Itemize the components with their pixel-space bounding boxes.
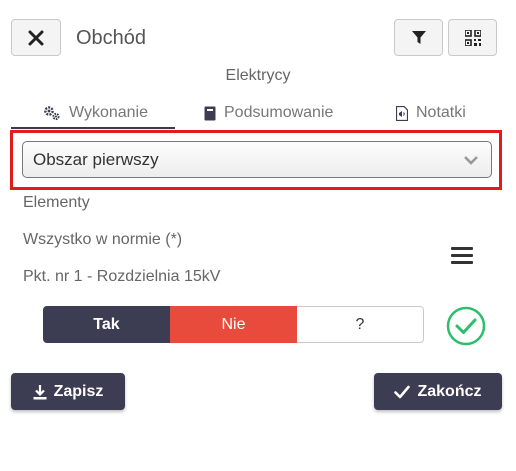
gears-icon	[43, 105, 61, 121]
answer-no-button[interactable]: Nie	[170, 306, 297, 343]
chevron-down-icon	[464, 156, 478, 165]
answer-unknown-button[interactable]: ?	[297, 306, 424, 343]
close-icon	[28, 30, 44, 45]
note-icon	[396, 105, 408, 121]
area-select[interactable]: Obszar pierwszy	[22, 141, 492, 178]
elements-label: Elementy	[23, 194, 90, 211]
area-select-value: Obszar pierwszy	[33, 149, 159, 169]
tab-label: Podsumowanie	[224, 104, 334, 121]
all-normal-label: Wszystko w normie (*)	[23, 231, 183, 248]
page-title: Obchód	[76, 27, 147, 49]
check-icon	[394, 385, 411, 399]
save-button[interactable]: Zapisz	[11, 373, 125, 410]
finish-label: Zakończ	[417, 382, 482, 400]
answer-yes-button[interactable]: Tak	[43, 306, 170, 343]
point-label: Pkt. nr 1 - Rozdzielnia 15kV	[23, 268, 221, 285]
close-button[interactable]	[11, 19, 61, 56]
tab-notatki[interactable]: Notatki	[396, 98, 466, 128]
save-label: Zapisz	[53, 382, 104, 400]
check-circle-icon	[446, 306, 486, 346]
tab-wykonanie[interactable]: Wykonanie	[43, 98, 148, 128]
qr-code-icon	[464, 29, 481, 46]
qr-code-button[interactable]	[448, 19, 497, 56]
book-icon	[204, 106, 216, 121]
menu-icon[interactable]	[451, 247, 473, 265]
tab-label: Notatki	[416, 104, 466, 121]
filter-icon	[411, 30, 426, 44]
filter-button[interactable]	[394, 19, 443, 56]
page-subtitle: Elektrycy	[225, 67, 291, 84]
tab-label: Wykonanie	[69, 104, 149, 121]
download-icon	[33, 384, 47, 400]
finish-button[interactable]: Zakończ	[374, 373, 502, 410]
active-tab-indicator	[11, 127, 175, 129]
tab-podsumowanie[interactable]: Podsumowanie	[204, 98, 333, 128]
